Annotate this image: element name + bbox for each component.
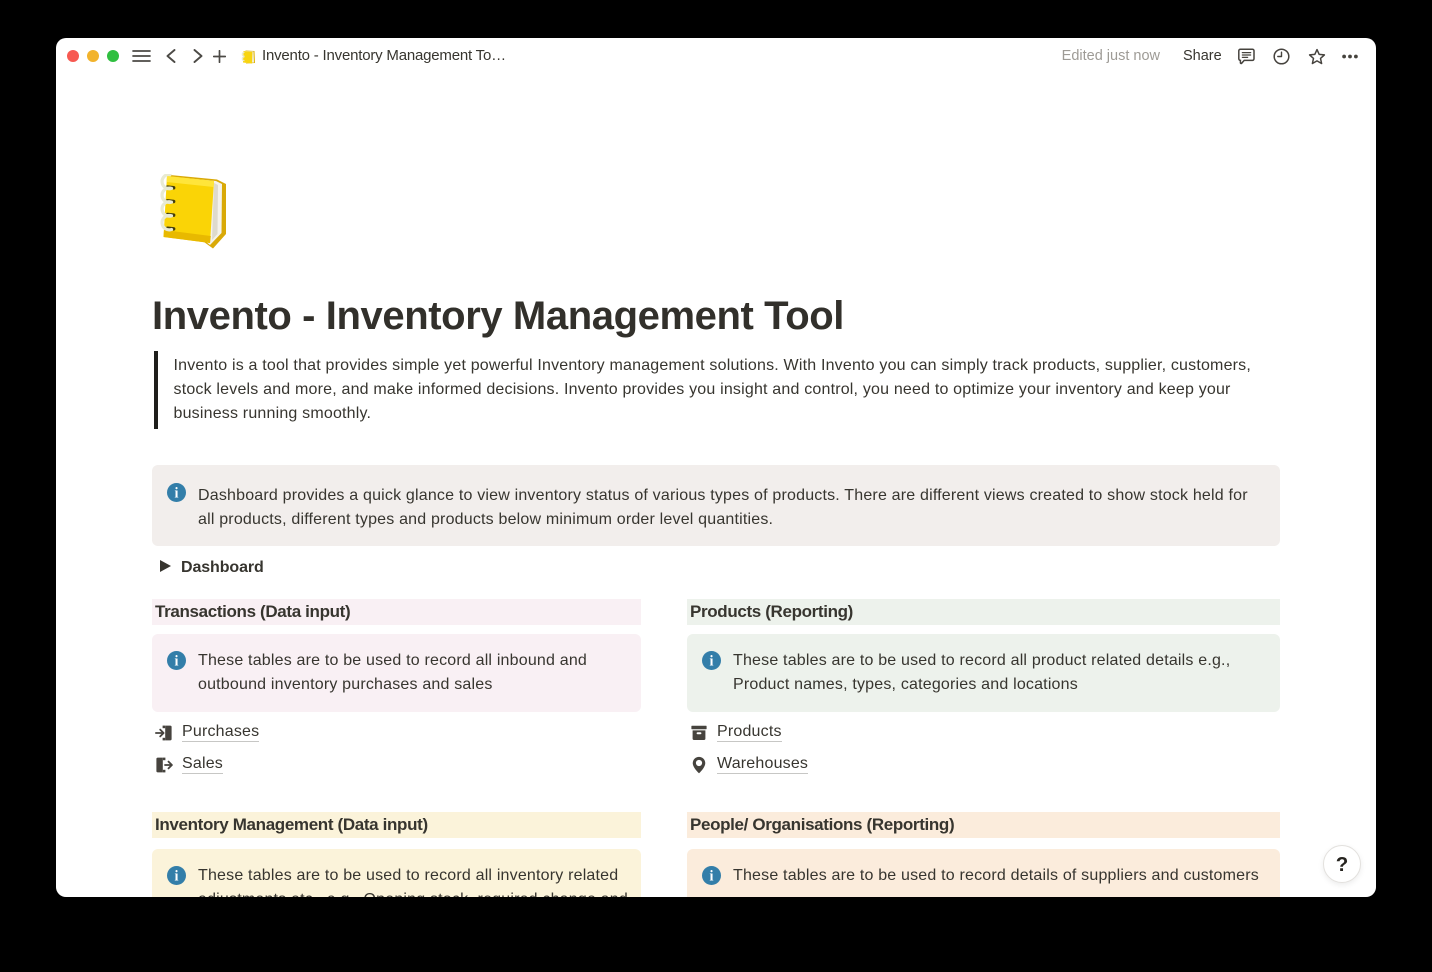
svg-text:i: i xyxy=(174,653,178,669)
svg-text:i: i xyxy=(174,868,178,884)
svg-text:i: i xyxy=(174,485,178,501)
svg-text:i: i xyxy=(709,653,713,669)
svg-text:i: i xyxy=(709,868,713,884)
